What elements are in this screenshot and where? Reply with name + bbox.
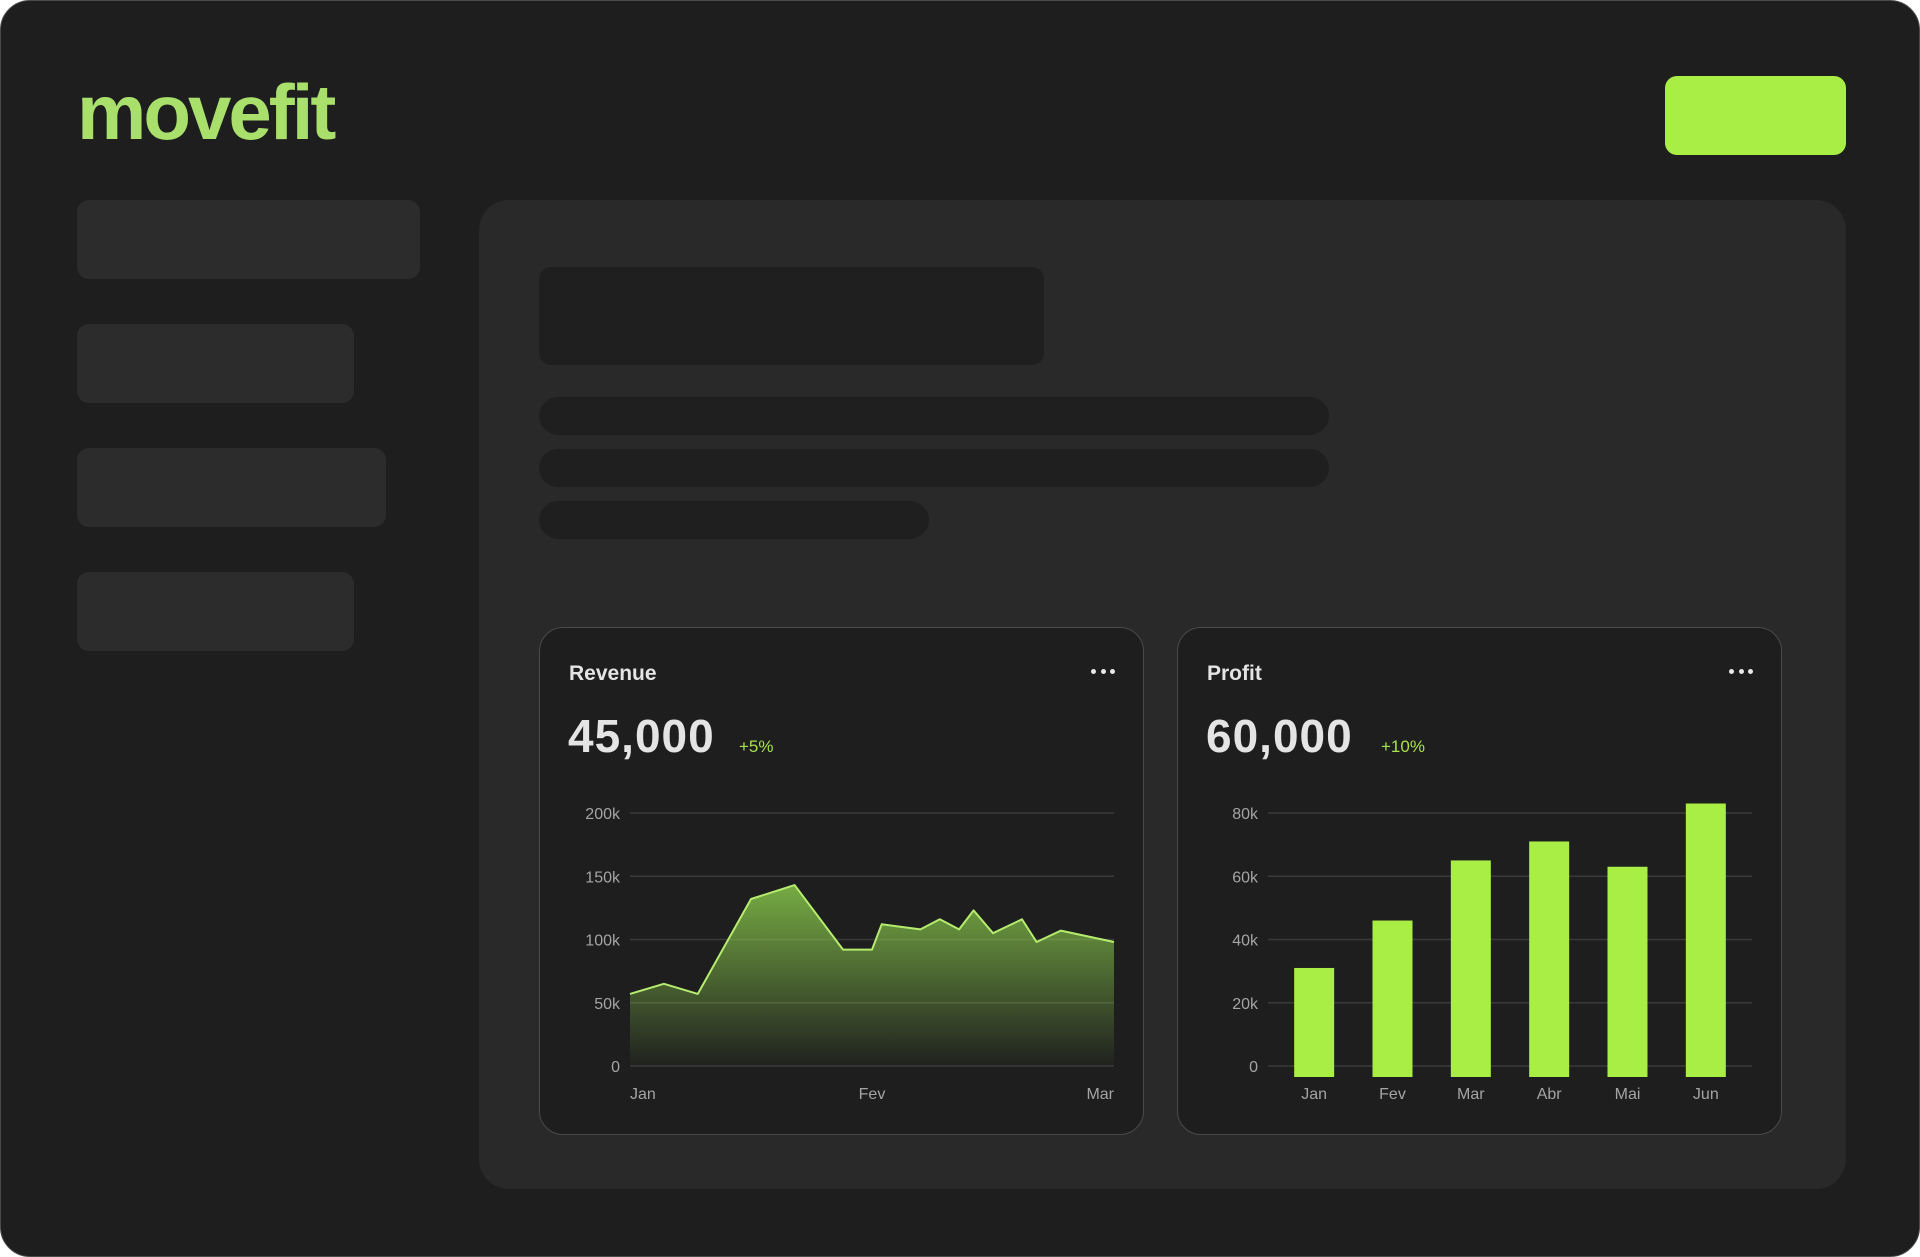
x-tick-label: Mar: [1457, 1086, 1485, 1103]
x-tick-label: Mai: [1615, 1086, 1641, 1103]
x-tick-label: Fev: [859, 1086, 886, 1103]
x-tick-label: Jun: [1693, 1086, 1719, 1103]
text-line-placeholder: [539, 501, 929, 539]
x-tick-label: Fev: [1379, 1086, 1406, 1103]
logo: movefit: [77, 68, 336, 156]
bar: [1450, 860, 1491, 1077]
x-tick-label: Mar: [1086, 1086, 1114, 1103]
x-tick-label: Jan: [1301, 1086, 1327, 1103]
bar: [1294, 967, 1335, 1077]
y-tick-label: 200k: [585, 806, 621, 823]
profit-card: Profit 60,000 +10% 0 20k 40k 60k 80k Jan Fev Ma…: [1177, 627, 1782, 1135]
bar: [1372, 920, 1413, 1077]
revenue-area-fill: [630, 885, 1114, 1066]
y-tick-label: 100k: [585, 933, 621, 950]
bar: [1607, 866, 1648, 1077]
main-panel: Revenue 45,000 +5% 0 50k 100k 150k 200k Jan Fe…: [479, 200, 1846, 1189]
bar: [1529, 841, 1570, 1077]
sidebar-item-placeholder[interactable]: [77, 572, 354, 651]
revenue-card: Revenue 45,000 +5% 0 50k 100k 150k 200k Jan Fe…: [539, 627, 1144, 1135]
y-tick-label: 60k: [1232, 869, 1259, 886]
revenue-area-chart: 0 50k 100k 150k 200k Jan Fev Mar: [585, 806, 1114, 1103]
app-window: movefit Revenue 45,000 +5% 0 50k 100k 150k 2…: [0, 0, 1920, 1257]
y-tick-label: 0: [1249, 1059, 1258, 1076]
y-tick-label: 80k: [1232, 806, 1259, 823]
x-tick-label: Jan: [630, 1086, 656, 1103]
sidebar-item-placeholder[interactable]: [77, 448, 386, 527]
profit-bar-chart: 0 20k 40k 60k 80k Jan Fev Mar Abr Mai Jun: [1232, 803, 1752, 1103]
heading-placeholder: [539, 267, 1044, 365]
x-tick-label: Abr: [1537, 1086, 1563, 1103]
y-tick-label: 20k: [1232, 996, 1259, 1013]
text-line-placeholder: [539, 449, 1329, 487]
sidebar-item-placeholder[interactable]: [77, 200, 420, 279]
primary-action-button[interactable]: [1665, 76, 1846, 155]
bar: [1685, 803, 1726, 1077]
y-tick-label: 50k: [594, 996, 621, 1013]
sidebar-item-placeholder[interactable]: [77, 324, 354, 403]
y-tick-label: 150k: [585, 869, 621, 886]
y-tick-label: 40k: [1232, 933, 1259, 950]
text-line-placeholder: [539, 397, 1329, 435]
y-tick-label: 0: [611, 1059, 620, 1076]
